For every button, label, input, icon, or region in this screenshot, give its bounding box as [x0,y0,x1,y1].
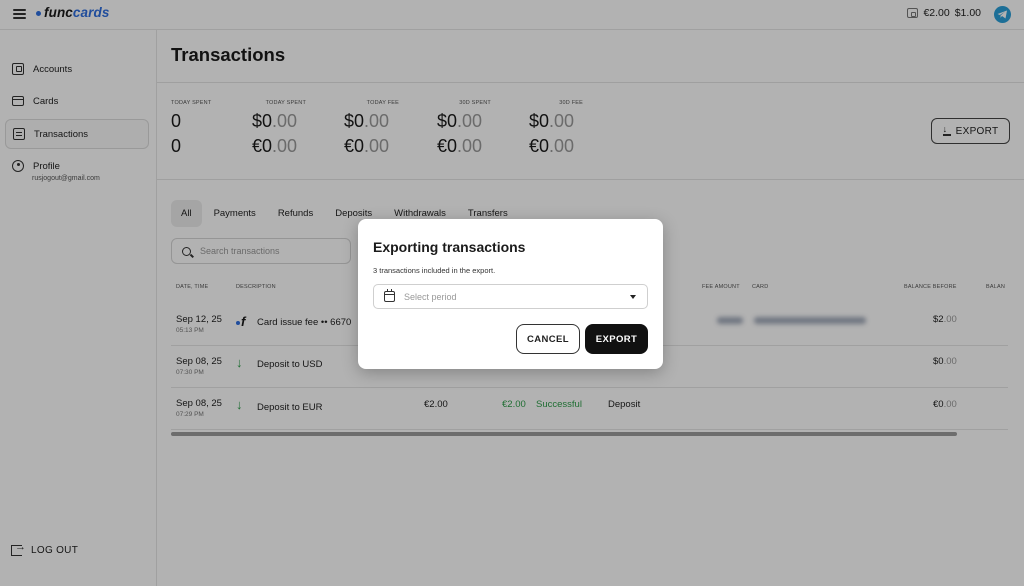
period-select[interactable]: Select period [373,284,648,309]
export-modal: Exporting transactions 3 transactions in… [358,219,663,369]
confirm-export-button[interactable]: EXPORT [585,324,648,354]
modal-subtitle: 3 transactions included in the export. [373,266,496,275]
modal-title: Exporting transactions [373,239,526,255]
calendar-icon [384,289,395,302]
period-placeholder: Select period [404,291,457,302]
caret-down-icon [630,295,636,299]
cancel-button[interactable]: CANCEL [516,324,580,354]
